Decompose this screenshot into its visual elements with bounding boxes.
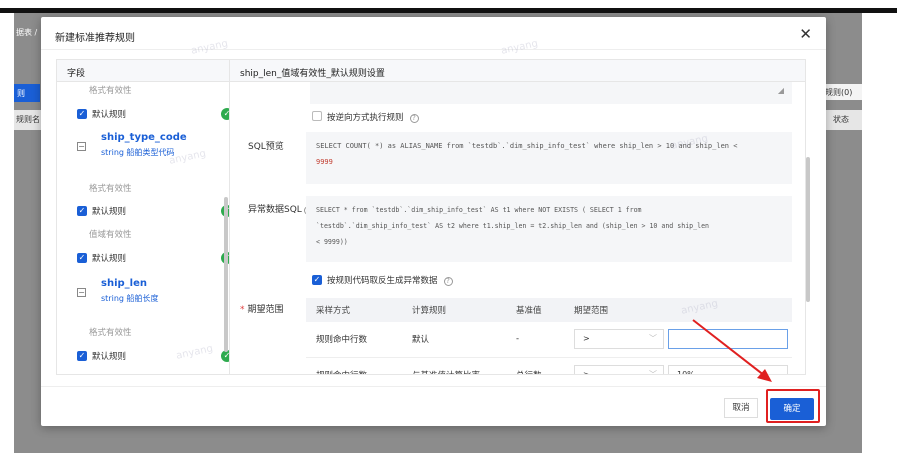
app-topbar [0,0,897,8]
rule-item[interactable]: ✓ 默认规则 ✓ [77,350,229,364]
expect-range-label: * 期望范围 [240,305,284,315]
bg-primary-button-label: 则 [17,89,25,98]
abnormal-sql-label: 异常数据SQL? [248,202,313,215]
checkbox-unchecked-icon[interactable] [312,111,322,121]
sample-cell: 规则命中行数 [306,357,402,374]
base-cell: - [506,322,564,358]
abnormal-sql-line1: SELECT * from `testdb`.`dim_ship_info_te… [316,206,642,214]
sql-preview-code: SELECT COUNT( *) as ALIAS_NAME from `tes… [306,132,792,184]
generate-abnormal-option[interactable]: ✓ 按规则代码取反生成异常数据? [312,274,612,286]
base-cell: 总行数 [506,357,564,374]
group-label: 格式有效性 [89,328,132,338]
col-header: 计算规则 [402,298,506,322]
checkbox-checked-icon[interactable]: ✓ [77,206,87,216]
rule-settings-panel: ship_len_值域有效性_默认规则设置 ◢ 按逆向方式执行规则? SQL预览… [229,59,806,375]
calc-cell: 默认 [402,322,506,358]
rule-label: 默认规则 [92,207,127,217]
collapse-icon[interactable]: − [77,288,86,297]
range-value-input[interactable]: 10% [668,364,788,374]
collapse-icon[interactable]: − [77,142,86,151]
bg-table-header-status: 状态 [823,110,862,130]
field-panel-scrollbar[interactable] [224,197,228,352]
rule-item[interactable]: ✓ 默认规则 ✓ [77,205,229,219]
watermark: anyang [500,38,539,57]
sql-preview-line1: SELECT COUNT( *) as ALIAS_NAME from `tes… [316,142,738,150]
generate-abnormal-label: 按规则代码取反生成异常数据? [327,274,453,286]
checkbox-checked-icon[interactable]: ✓ [312,275,322,285]
rule-settings-header: ship_len_值域有效性_默认规则设置 [230,60,805,82]
group-label: 格式有效性 [89,184,132,194]
chevron-down-icon: ﹀ [649,334,657,344]
rule-label: 默认规则 [92,254,127,264]
dialog-title: 新建标准推荐规则 [55,33,135,44]
new-rule-dialog: 新建标准推荐规则 ✕ 字段 格式有效性 ✓ 默认规则 ✓ − ship_type… [41,17,826,426]
field-panel-header: 字段 [57,60,229,82]
table-row: 规则命中行数 与基准值计算比率 总行数 >﹀ 10% [306,357,792,375]
reverse-option[interactable]: 按逆向方式执行规则? [312,111,612,123]
dialog-header-divider [41,49,826,50]
annotation-highlight-box [766,389,820,423]
col-header: 期望范围 [564,298,792,322]
field-name: ship_type_code [101,132,187,143]
help-icon[interactable]: ? [443,277,453,286]
bg-primary-button: 则 [14,84,40,102]
range-value-input[interactable] [668,329,788,350]
rule-item[interactable]: ✓ 默认规则 ✓ [77,108,229,122]
rule-item[interactable]: ✓ 默认规则 ✓ [77,252,229,266]
sample-cell: 规则命中行数 [306,322,402,358]
calc-cell: 与基准值计算比率 [402,357,506,374]
sql-preview-label: SQL预览 [248,142,284,152]
checkbox-checked-icon[interactable]: ✓ [77,109,87,119]
range-cell: > ﹀ 10% [564,357,792,375]
reverse-option-label: 按逆向方式执行规则? [327,111,419,123]
operator-select[interactable]: > ﹀ [574,364,664,375]
abnormal-sql-line2: `testdb`.`dim_ship_info_test` AS t2 wher… [316,222,710,230]
settings-panel-scrollbar[interactable] [806,157,810,302]
dialog-footer-divider [41,386,826,387]
col-header: 采样方式 [306,298,402,322]
field-name: ship_len [101,278,147,289]
abnormal-sql-line3: < 9999)) [316,238,348,246]
group-label: 值域有效性 [89,230,132,240]
field-item-ship-len[interactable]: − ship_len string 船舶长度 [77,278,229,310]
table-row: 规则命中行数 默认 - > ﹀ [306,322,792,358]
bg-rule-tab: 规则(0) [823,84,862,100]
group-label: 格式有效性 [89,86,132,96]
field-meta: string 船舶类型代码 [101,148,175,157]
rule-label: 默认规则 [92,352,127,362]
expect-range-table: 采样方式 计算规则 基准值 期望范围 规则命中行数 默认 - >﹀ 规则命中行数… [306,298,792,375]
abnormal-sql-code: SELECT * from `testdb`.`dim_ship_info_te… [306,196,792,262]
cancel-button[interactable]: 取消 [724,398,758,418]
bg-breadcrumb: 据表 / [16,28,38,37]
bg-table-header-left: 规则名 [14,110,42,130]
operator-select[interactable]: > ﹀ [574,329,664,350]
watermark: anyang [190,38,229,57]
rule-label: 默认规则 [92,110,127,120]
description-textarea[interactable]: ◢ [310,82,792,104]
check-circle-icon: ✓ [221,108,229,120]
sql-preview-line2: 9999 [316,158,333,166]
field-panel: 字段 格式有效性 ✓ 默认规则 ✓ − ship_type_code strin… [56,59,229,375]
col-header: 基准值 [506,298,564,322]
checkbox-checked-icon[interactable]: ✓ [77,253,87,263]
chevron-down-icon: ﹀ [649,369,657,375]
help-icon[interactable]: ? [409,114,419,123]
field-meta: string 船舶长度 [101,294,159,303]
field-item-ship-type-code[interactable]: − ship_type_code string 船舶类型代码 [77,132,229,164]
range-cell: > ﹀ [564,322,792,358]
resize-handle-icon[interactable]: ◢ [778,86,784,95]
checkbox-checked-icon[interactable]: ✓ [77,351,87,361]
close-icon[interactable]: ✕ [799,25,812,43]
table-header-row: 采样方式 计算规则 基准值 期望范围 [306,298,792,322]
